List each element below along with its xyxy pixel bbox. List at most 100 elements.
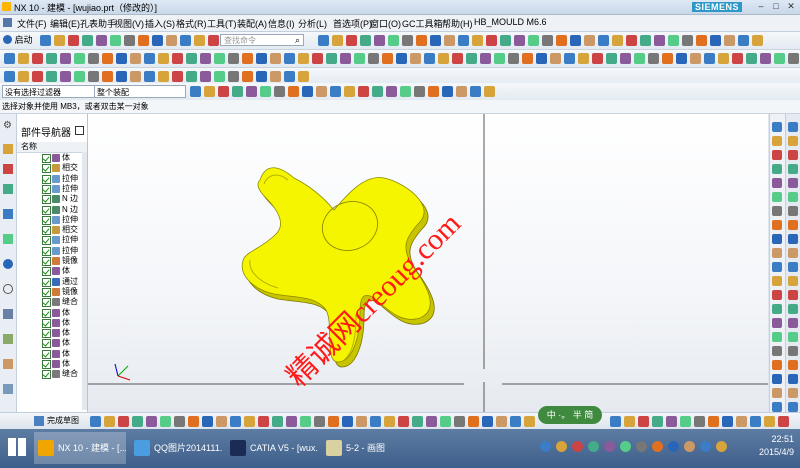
toolbar-tool-icon[interactable] [424, 53, 435, 64]
toolbar-tool-icon[interactable] [414, 86, 425, 97]
feature-visibility-checkbox[interactable] [42, 298, 51, 308]
toolbar-tool-icon[interactable] [32, 53, 43, 64]
toolbar-tool-icon[interactable] [208, 35, 219, 46]
toolbar-tool-icon[interactable] [46, 71, 57, 82]
feature-visibility-checkbox[interactable] [42, 215, 51, 225]
side-tool-icon[interactable] [772, 136, 782, 146]
side-tool-icon[interactable] [772, 262, 782, 272]
feature-visibility-checkbox[interactable] [42, 360, 51, 369]
toolbar-tool-icon[interactable] [186, 53, 197, 64]
toolbar-tool-icon[interactable] [204, 86, 215, 97]
navigator-feature-row[interactable]: 体 [17, 328, 83, 339]
finish-sketch-button[interactable]: 完成草图 [47, 415, 79, 426]
menu-edit[interactable]: 编辑(E) [50, 17, 80, 30]
toolbar-tool-icon[interactable] [358, 86, 369, 97]
tray-icon[interactable] [636, 441, 647, 452]
side-tool-icon[interactable] [772, 276, 782, 286]
menu-view[interactable]: 视图(V) [114, 17, 144, 30]
menu-help[interactable]: 帮助(H) [442, 17, 473, 30]
feature-visibility-checkbox[interactable] [42, 370, 51, 380]
menu-preferences[interactable]: 首选项(P) [333, 17, 372, 30]
side-tool-icon[interactable] [788, 192, 798, 202]
toolbar-tool-icon[interactable] [384, 416, 395, 427]
name-column-header[interactable]: 名称 [17, 142, 37, 151]
toolbar-tool-icon[interactable] [696, 35, 707, 46]
toolbar-tool-icon[interactable] [46, 53, 57, 64]
toolbar-tool-icon[interactable] [186, 71, 197, 82]
toolbar-tool-icon[interactable] [88, 71, 99, 82]
toolbar-tool-icon[interactable] [472, 35, 483, 46]
toolbar-tool-icon[interactable] [648, 53, 659, 64]
toolbar-tool-icon[interactable] [452, 53, 463, 64]
maximize-button[interactable]: □ [769, 1, 783, 12]
toolbar-tool-icon[interactable] [456, 86, 467, 97]
toolbar-tool-icon[interactable] [500, 35, 511, 46]
toolbar-tool-icon[interactable] [680, 416, 691, 427]
toolbar-tool-icon[interactable] [386, 86, 397, 97]
part-navigator-icon[interactable] [3, 184, 13, 194]
toolbar-tool-icon[interactable] [694, 416, 705, 427]
toolbar-tool-icon[interactable] [74, 71, 85, 82]
toolbar-tool-icon[interactable] [370, 416, 381, 427]
toolbar-tool-icon[interactable] [160, 416, 171, 427]
toolbar-tool-icon[interactable] [132, 416, 143, 427]
navigator-feature-row[interactable]: 镜像 [17, 256, 83, 266]
toolbar-tool-icon[interactable] [102, 53, 113, 64]
navigator-feature-row[interactable]: 体 [17, 359, 83, 369]
roles-icon[interactable] [3, 334, 13, 344]
menu-file[interactable]: 文件(F) [17, 17, 47, 30]
side-tool-icon[interactable] [788, 164, 798, 174]
toolbar-tool-icon[interactable] [382, 53, 393, 64]
side-tool-icon[interactable] [772, 220, 782, 230]
navigator-scrollbar[interactable] [82, 152, 87, 410]
toolbar-tool-icon[interactable] [760, 53, 771, 64]
toolbar-tool-icon[interactable] [640, 35, 651, 46]
toolbar-tool-icon[interactable] [332, 35, 343, 46]
finish-sketch-icon[interactable] [34, 416, 44, 426]
toolbar-tool-icon[interactable] [300, 416, 311, 427]
toolbar-tool-icon[interactable] [200, 53, 211, 64]
side-tool-icon[interactable] [772, 304, 782, 314]
toolbar-tool-icon[interactable] [668, 35, 679, 46]
toolbar-tool-icon[interactable] [738, 35, 749, 46]
navigator-feature-row[interactable]: 通过 [17, 277, 83, 287]
toolbar-tool-icon[interactable] [746, 53, 757, 64]
toolbar-tool-icon[interactable] [584, 35, 595, 46]
side-tool-icon[interactable] [788, 220, 798, 230]
toolbar-tool-icon[interactable] [314, 416, 325, 427]
toolbar-tool-icon[interactable] [90, 416, 101, 427]
system-scene-icon[interactable] [3, 359, 13, 369]
feature-visibility-checkbox[interactable] [42, 246, 51, 256]
toolbar-tool-icon[interactable] [708, 416, 719, 427]
toolbar-tool-icon[interactable] [298, 71, 309, 82]
tray-icon[interactable] [716, 441, 727, 452]
navigator-feature-row[interactable]: 拉伸 [17, 235, 83, 246]
toolbar-tool-icon[interactable] [202, 416, 213, 427]
toolbar-tool-icon[interactable] [634, 53, 645, 64]
taskbar-item-catia[interactable]: CATIA V5 - [wux... [226, 432, 318, 464]
toolbar-tool-icon[interactable] [428, 86, 439, 97]
tray-icon[interactable] [700, 441, 711, 452]
toolbar-tool-icon[interactable] [344, 86, 355, 97]
toolbar-tool-icon[interactable] [438, 53, 449, 64]
tray-icon[interactable] [604, 441, 615, 452]
side-tool-icon[interactable] [788, 318, 798, 328]
taskbar-item-nx[interactable]: NX 10 - 建模 - [... [34, 432, 126, 464]
toolbar-tool-icon[interactable] [216, 416, 227, 427]
toolbar-tool-icon[interactable] [4, 71, 15, 82]
toolbar-tool-icon[interactable] [654, 35, 665, 46]
toolbar-tool-icon[interactable] [144, 53, 155, 64]
toolbar-tool-icon[interactable] [508, 53, 519, 64]
menu-insert[interactable]: 插入(S) [145, 17, 175, 30]
toolbar-tool-icon[interactable] [610, 416, 621, 427]
toolbar-tool-icon[interactable] [284, 71, 295, 82]
feature-visibility-checkbox[interactable] [42, 329, 51, 339]
feature-visibility-checkbox[interactable] [42, 226, 51, 236]
toolbar-tool-icon[interactable] [570, 35, 581, 46]
toolbar-tool-icon[interactable] [736, 416, 747, 427]
side-tool-icon[interactable] [788, 304, 798, 314]
toolbar-tool-icon[interactable] [138, 35, 149, 46]
toolbar-tool-icon[interactable] [444, 35, 455, 46]
toolbar-tool-icon[interactable] [430, 35, 441, 46]
toolbar-tool-icon[interactable] [258, 416, 269, 427]
